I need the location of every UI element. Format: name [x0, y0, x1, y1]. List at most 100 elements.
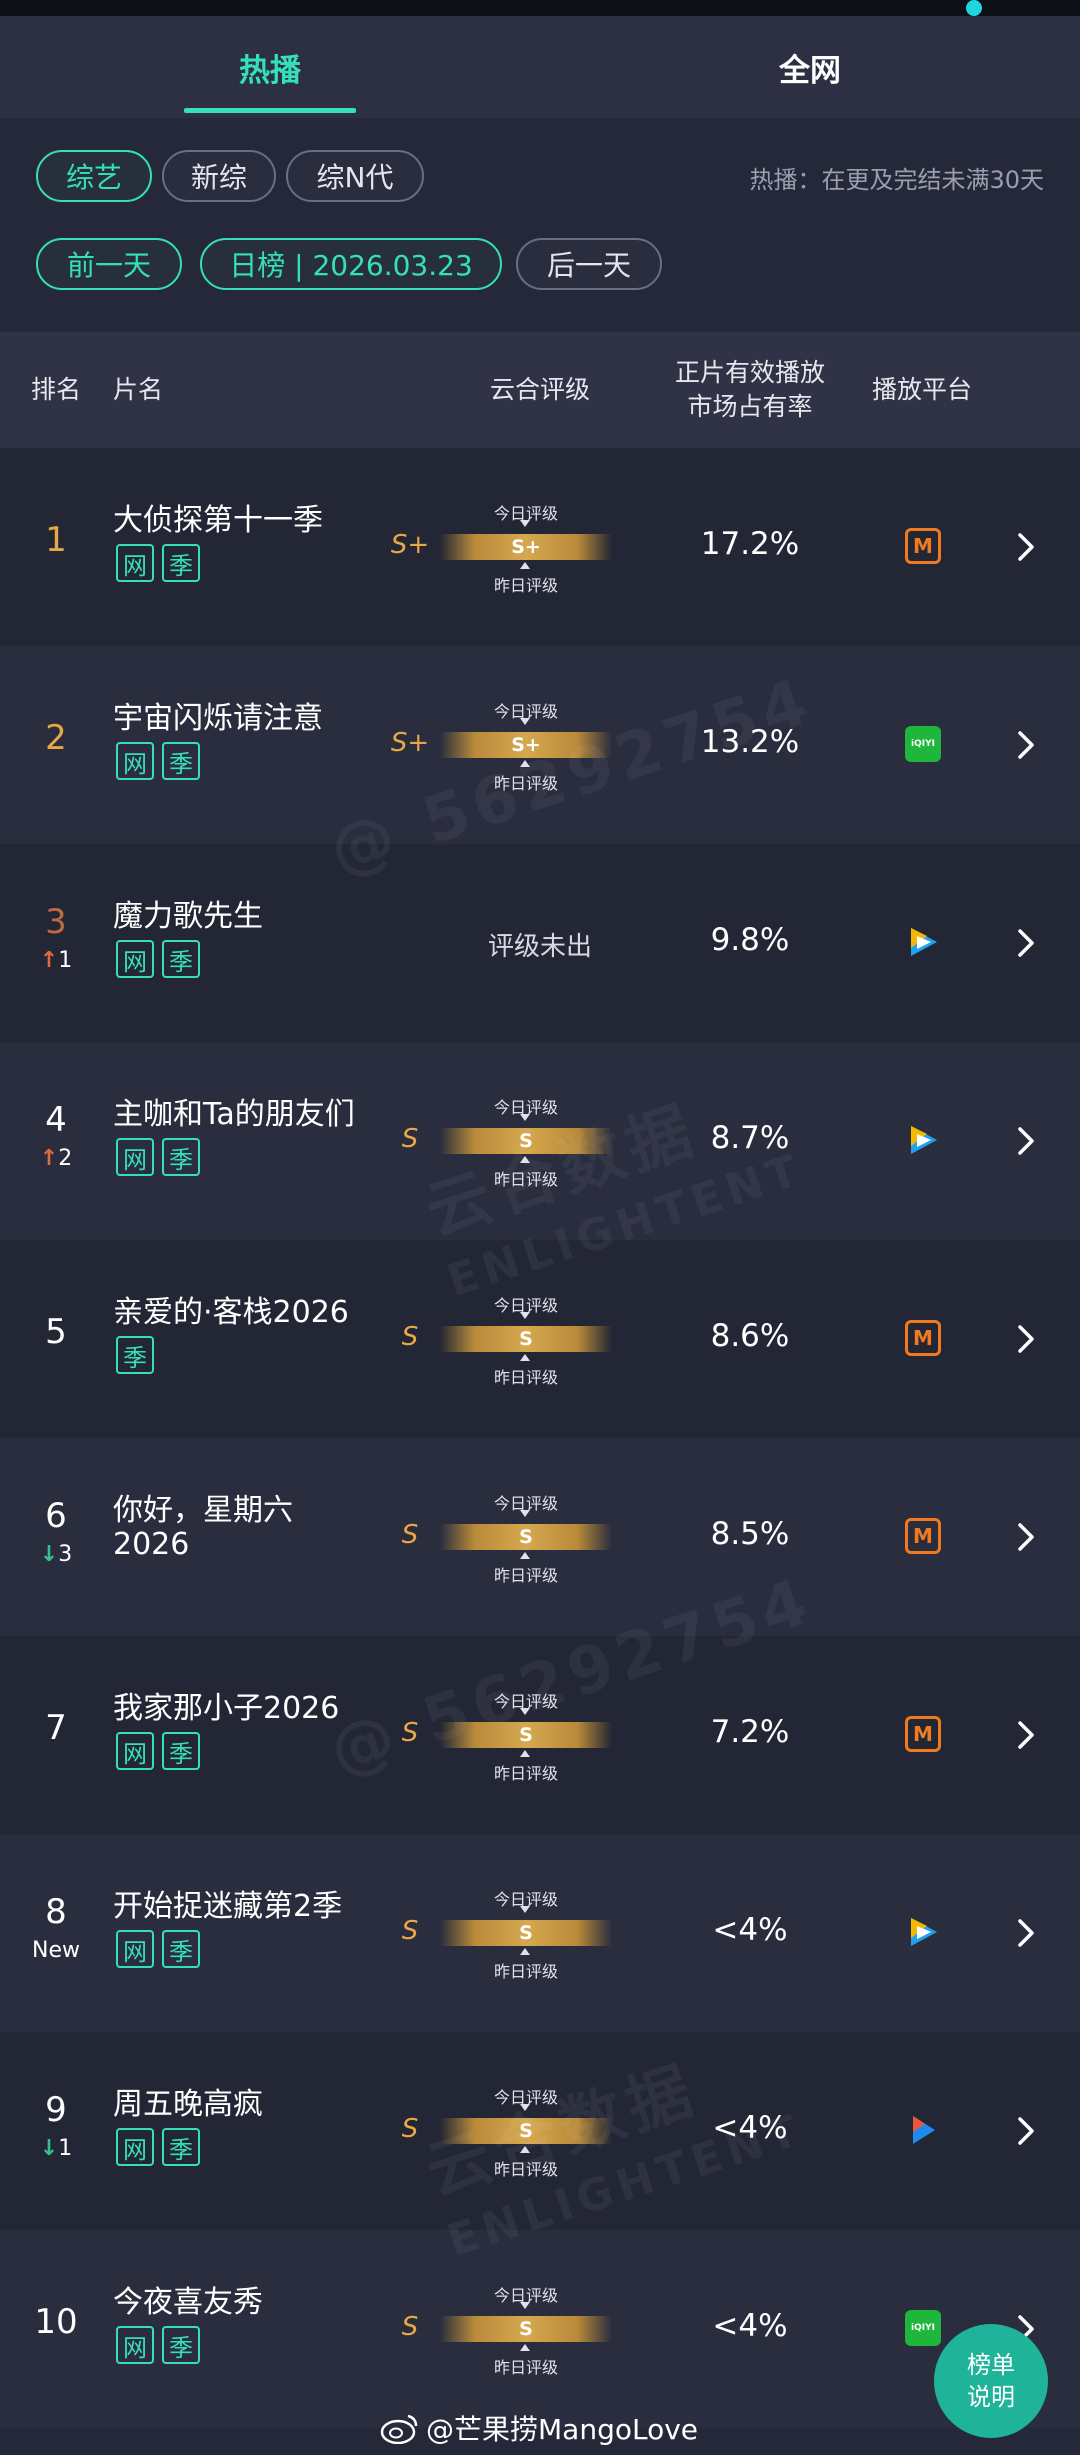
ranking-row[interactable]: 3 ↑1 魔力歌先生网季 评级未出 9.8%	[0, 844, 1080, 1042]
chevron-right-icon[interactable]	[1012, 728, 1040, 762]
show-tags: 网季	[116, 544, 200, 582]
rank-number: 8	[45, 1892, 67, 1932]
weibo-watermark: @芒果捞MangoLove	[380, 2408, 698, 2448]
rank-down-icon: ↓	[39, 2136, 59, 2161]
show-title: 亲爱的·客栈2026	[113, 1295, 349, 1330]
header-platform: 播放平台	[871, 375, 972, 404]
show-tag: 季	[162, 2128, 200, 2166]
chevron-right-icon[interactable]	[1012, 1520, 1040, 1554]
market-share: 17.2%	[700, 526, 800, 562]
mango-tv-icon: M	[905, 528, 941, 564]
fab-line1: 榜单	[967, 2351, 1015, 2379]
market-share: 7.2%	[710, 1714, 790, 1750]
show-tag: 网	[116, 2326, 154, 2364]
ranking-row[interactable]: 1 大侦探第十一季网季 S+ 今日评级 S+ 昨日评级 17.2% M	[0, 448, 1080, 646]
rating-pending: 评级未出	[487, 932, 592, 962]
show-tag: 季	[162, 544, 200, 582]
market-share: 8.6%	[710, 1318, 790, 1354]
ranking-row[interactable]: 6 ↓3 你好，星期六 2026 S 今日评级 S 昨日评级 8.5% M	[0, 1438, 1080, 1636]
notification-dot	[966, 0, 982, 16]
ranking-row[interactable]: 10 今夜喜友秀网季 S 今日评级 S 昨日评级 <4% iQIYI	[0, 2230, 1080, 2428]
rank-up-icon: ↑	[39, 948, 59, 973]
show-title: 开始捉迷藏第2季	[113, 1889, 343, 1924]
rank-change: ↓3	[20, 1542, 92, 1567]
show-tags: 网季	[116, 940, 200, 978]
rating-value: S	[440, 1920, 612, 1946]
grade-level: S	[401, 1916, 419, 1946]
header-title: 片名	[113, 375, 164, 404]
youku-icon	[913, 2116, 935, 2144]
show-title-line2: 2026	[113, 1527, 190, 1562]
show-tag: 网	[116, 544, 154, 582]
show-tag: 季	[162, 2326, 200, 2364]
rank-change-value: 3	[58, 1542, 73, 1567]
chevron-right-icon[interactable]	[1012, 530, 1040, 564]
rank-change: ↑2	[20, 1146, 92, 1171]
grade-level: S	[401, 2312, 419, 2342]
chevron-right-icon[interactable]	[1012, 2114, 1040, 2148]
show-tag: 季	[162, 940, 200, 978]
tab-all-network[interactable]: 全网	[540, 16, 1080, 118]
show-title: 周五晚高疯	[113, 2087, 263, 2122]
chevron-right-icon[interactable]	[1012, 1718, 1040, 1752]
footer-handle: @芒果捞MangoLove	[426, 2413, 699, 2446]
tencent-video-icon	[911, 1918, 937, 1946]
date-picker[interactable]: 日榜 | 2026.03.23	[200, 238, 502, 290]
ranking-row[interactable]: 8 New 开始捉迷藏第2季网季 S 今日评级 S 昨日评级 <4%	[0, 1834, 1080, 2032]
rank-change: New	[20, 1938, 92, 1963]
show-tag: 网	[116, 1138, 154, 1176]
ranking-explanation-button[interactable]: 榜单 说明	[934, 2324, 1048, 2438]
show-title: 魔力歌先生	[113, 899, 263, 934]
down-triangle-icon	[520, 718, 530, 725]
rating-yesterday-label: 昨日评级	[493, 1962, 558, 1981]
mango-tv-icon: M	[905, 1518, 941, 1554]
show-title: 你好，星期六	[113, 1493, 293, 1528]
show-tag: 季	[162, 742, 200, 780]
show-tags: 网季	[116, 1930, 200, 1968]
rating-value: S	[440, 1524, 612, 1550]
down-triangle-icon	[520, 1906, 530, 1913]
rating-badge: 今日评级 S 昨日评级	[440, 1292, 612, 1388]
show-tag: 季	[162, 1732, 200, 1770]
rank-number: 4	[45, 1100, 67, 1140]
tencent-video-icon	[911, 1126, 937, 1154]
rating-yesterday-label: 昨日评级	[493, 1566, 558, 1585]
market-share: 8.5%	[710, 1516, 790, 1552]
next-day-button[interactable]: 后一天	[516, 238, 662, 290]
up-triangle-icon	[520, 1948, 530, 1955]
filter-chip-variety[interactable]: 综艺	[36, 150, 152, 202]
show-tag: 网	[116, 1930, 154, 1968]
filter-chip-new-variety[interactable]: 新综	[162, 150, 276, 202]
rating-yesterday-label: 昨日评级	[493, 576, 558, 595]
rank-number: 1	[45, 520, 67, 560]
chevron-right-icon[interactable]	[1012, 926, 1040, 960]
down-triangle-icon	[520, 1312, 530, 1319]
tab-hot[interactable]: 热播	[0, 16, 540, 118]
header-rank: 排名	[30, 375, 81, 404]
show-title: 宇宙闪烁请注意	[113, 701, 323, 736]
show-tags: 网季	[116, 742, 200, 780]
rank-change-value: 1	[58, 948, 73, 973]
show-tag: 季	[162, 1930, 200, 1968]
show-tags: 网季	[116, 2128, 200, 2166]
rank-number: 5	[45, 1312, 67, 1352]
rank-change: ↑1	[20, 948, 92, 973]
rank-change-value: 2	[58, 1146, 73, 1171]
tencent-video-icon	[911, 928, 937, 956]
rating-yesterday-label: 昨日评级	[493, 2358, 558, 2377]
rank-number: 3	[45, 902, 67, 942]
show-tag: 网	[116, 1732, 154, 1770]
chevron-right-icon[interactable]	[1012, 1124, 1040, 1158]
show-title: 主咖和Ta的朋友们	[113, 1097, 355, 1132]
show-tag: 季	[162, 1138, 200, 1176]
filter-chip-n-generation[interactable]: 综N代	[286, 150, 424, 202]
rank-change-value: 1	[58, 2136, 73, 2161]
prev-day-button[interactable]: 前一天	[36, 238, 182, 290]
chevron-right-icon[interactable]	[1012, 1322, 1040, 1356]
active-tab-underline	[184, 108, 356, 113]
grade-level: S	[401, 1520, 419, 1550]
chevron-right-icon[interactable]	[1012, 1916, 1040, 1950]
show-title: 我家那小子2026	[113, 1691, 340, 1726]
rating-badge: 今日评级 S 昨日评级	[440, 2282, 612, 2378]
show-tag: 季	[116, 1336, 154, 1374]
